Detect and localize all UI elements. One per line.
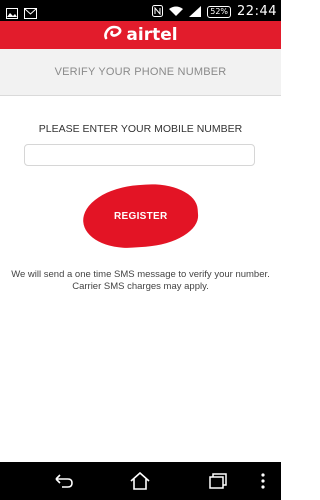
page-header: VERIFY YOUR PHONE NUMBER [0, 49, 281, 96]
recent-apps-icon [209, 473, 227, 489]
nfc-icon [152, 2, 164, 21]
register-button[interactable]: REGISTER [80, 181, 201, 251]
signal-icon [189, 2, 202, 21]
app-bar: airtel [0, 21, 281, 49]
overflow-menu-icon [261, 473, 265, 489]
back-icon [55, 474, 73, 488]
page-title: VERIFY YOUR PHONE NUMBER [54, 66, 227, 78]
sms-info-line1: We will send a one time SMS message to v… [11, 269, 270, 280]
navigation-bar [0, 462, 281, 500]
status-bar: 52% 22:44 [0, 0, 281, 21]
recent-apps-button[interactable] [206, 470, 230, 492]
back-button[interactable] [52, 470, 76, 492]
home-button[interactable] [128, 470, 152, 492]
register-button-label: REGISTER [113, 210, 168, 222]
wifi-icon [169, 2, 184, 21]
mobile-number-prompt: PLEASE ENTER YOUR MOBILE NUMBER [38, 123, 243, 135]
home-icon [130, 472, 150, 490]
clock: 22:44 [237, 4, 277, 19]
airtel-swirl-icon [103, 25, 123, 46]
sms-info-line2: Carrier SMS charges may apply. [72, 281, 209, 292]
mobile-number-input[interactable] [24, 144, 255, 166]
overflow-menu-button[interactable] [255, 470, 271, 492]
airtel-logo: airtel [103, 25, 178, 46]
brand-name: airtel [126, 25, 178, 45]
sms-info-text: We will send a one time SMS message to v… [0, 269, 281, 293]
battery-indicator: 52% [207, 5, 232, 18]
